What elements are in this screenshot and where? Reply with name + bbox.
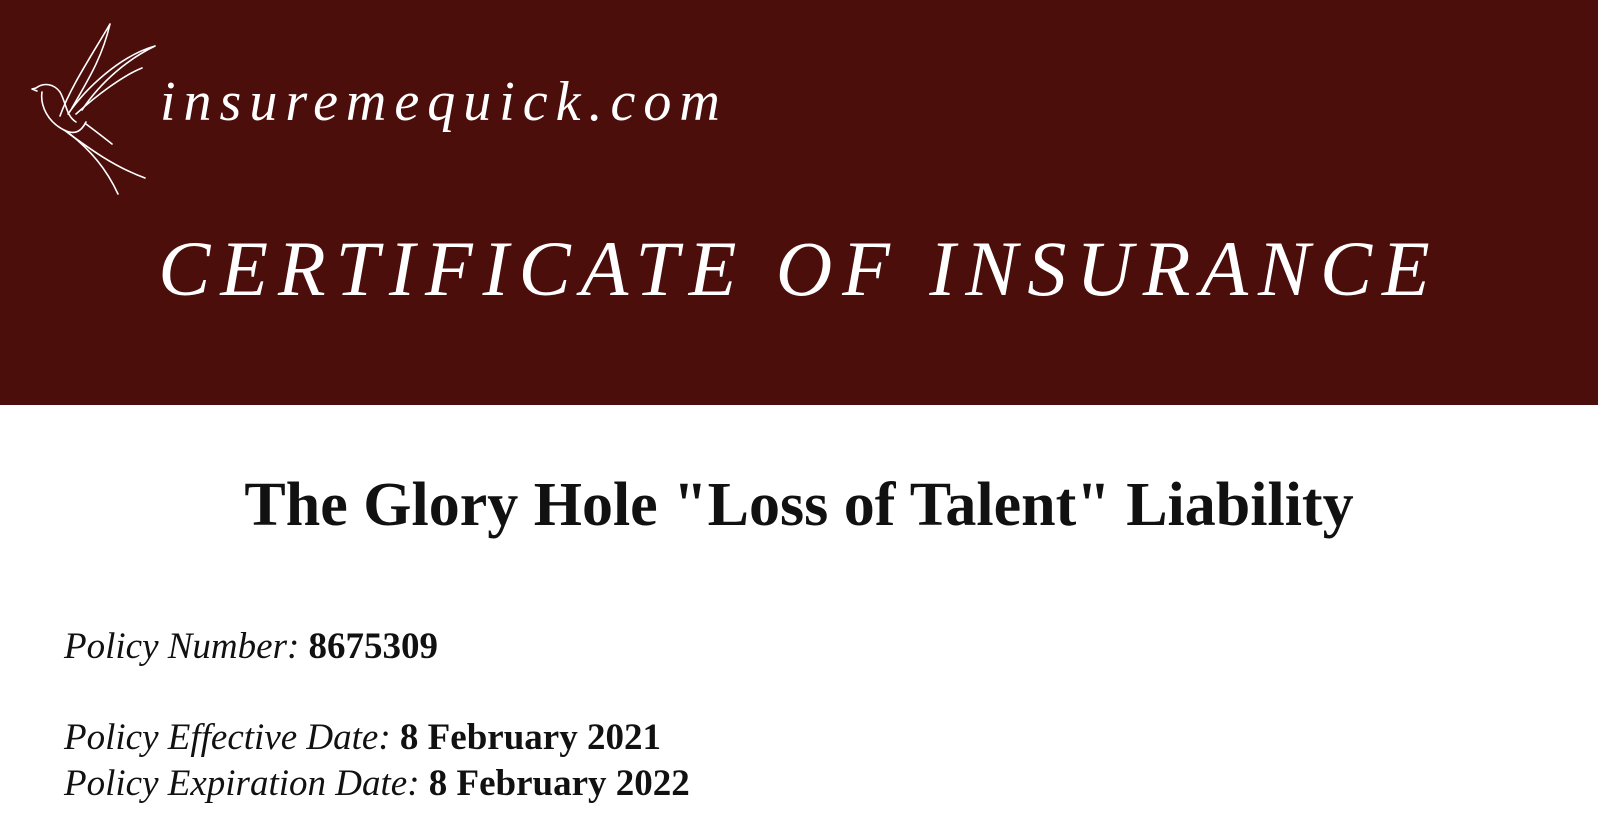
policy-effective-date-label: Policy Effective Date: [64,717,400,758]
policy-effective-date-row: Policy Effective Date: 8 February 2021 [64,716,661,759]
site-name: insuremequick.com [160,71,728,133]
policy-number-label: Policy Number: [64,626,309,667]
certificate-title: CERTIFICATE OF INSURANCE [158,225,1440,312]
policy-effective-date-value: 8 February 2021 [399,717,661,758]
policy-number-row: Policy Number: 8675309 [64,625,438,668]
certificate-page: insuremequick.com CERTIFICATE OF INSURAN… [0,0,1598,834]
bird-icon [31,23,156,195]
policy-expiration-date-row: Policy Expiration Date: 8 February 2022 [64,762,690,805]
policy-title: The Glory Hole "Loss of Talent" Liabilit… [244,471,1354,539]
policy-number-value: 8675309 [308,626,439,667]
header-banner: insuremequick.com CERTIFICATE OF INSURAN… [0,0,1598,405]
policy-expiration-date-label: Policy Expiration Date: [64,763,429,804]
policy-expiration-date-value: 8 February 2022 [428,763,690,804]
